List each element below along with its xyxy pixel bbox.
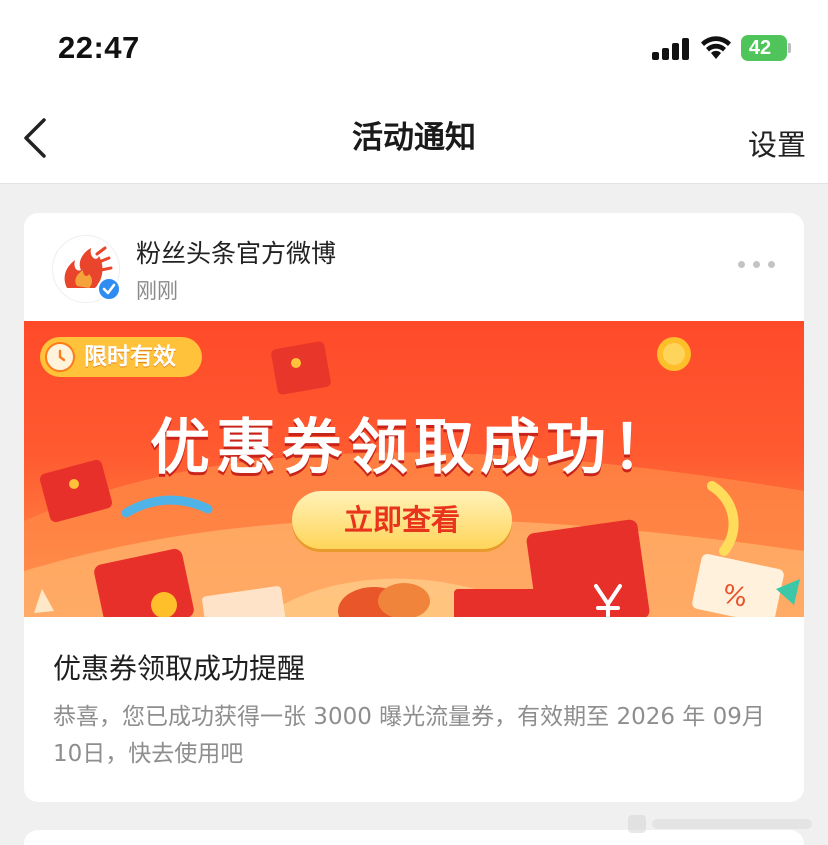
view-now-button[interactable]: 立即查看 bbox=[292, 491, 512, 549]
nav-bar: 活动通知 设置 bbox=[0, 96, 828, 184]
message-body: 恭喜，您已成功获得一张 3000 曝光流量券，有效期至 2026 年 09月10… bbox=[53, 704, 765, 767]
battery-level: 42 bbox=[748, 37, 772, 59]
more-options-icon[interactable] bbox=[738, 257, 778, 271]
notification-card[interactable]: 粉丝头条官方微博 刚刚 % 限时有效 优惠券领取成功！ 立即查看 优惠券领取成功… bbox=[24, 213, 804, 802]
status-time: 22:47 bbox=[58, 30, 140, 65]
sent-time: 刚刚 bbox=[136, 279, 178, 303]
page-title: 活动通知 bbox=[352, 120, 476, 156]
status-bar: 22:47 42 bbox=[0, 0, 828, 96]
promo-banner[interactable]: % 限时有效 优惠券领取成功！ 立即查看 bbox=[24, 321, 804, 617]
battery-icon: 42 bbox=[741, 35, 791, 61]
watermark-graphic bbox=[628, 815, 812, 833]
settings-button[interactable]: 设置 bbox=[748, 122, 806, 164]
banner-headline: 优惠券领取成功！ bbox=[150, 413, 678, 483]
wifi-icon bbox=[701, 36, 731, 59]
clock-icon bbox=[45, 342, 75, 372]
cellular-signal-icon bbox=[652, 38, 692, 60]
sender-name[interactable]: 粉丝头条官方微博 bbox=[136, 234, 336, 270]
badge-label: 限时有效 bbox=[84, 344, 176, 370]
message-title: 优惠券领取成功提醒 bbox=[53, 652, 306, 685]
limited-time-badge: 限时有效 bbox=[40, 337, 202, 377]
verified-badge-icon bbox=[97, 277, 121, 301]
